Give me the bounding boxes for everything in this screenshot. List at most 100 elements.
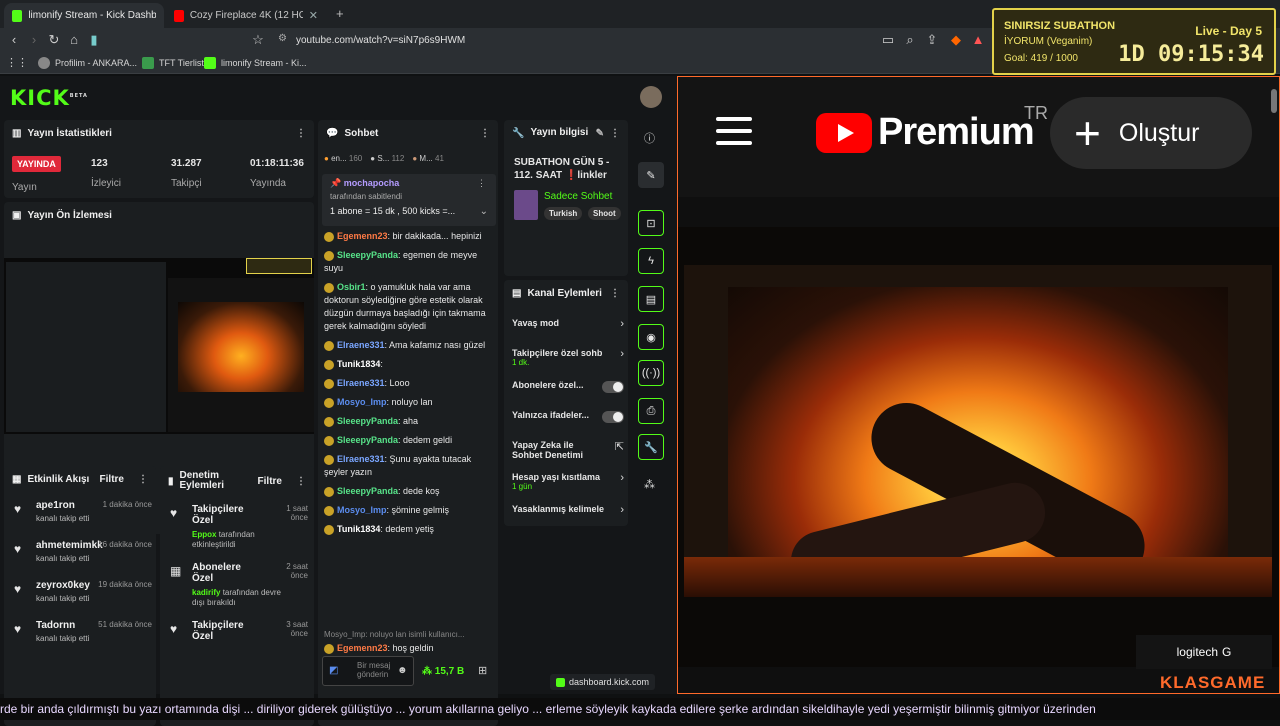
chat-message: SleeepyPanda: aha xyxy=(324,415,494,428)
kick-logo[interactable]: KICKBETA xyxy=(10,86,88,110)
badge-icon xyxy=(324,231,334,242)
bookmark-profilim[interactable]: Profilim - ANKARA... xyxy=(38,55,137,71)
brave-shield-icon[interactable]: ◆ xyxy=(948,32,964,48)
back-icon[interactable]: ‹ xyxy=(6,32,22,48)
reload-icon[interactable]: ↻ xyxy=(46,32,62,48)
top-chatter[interactable]: ● S... 112 xyxy=(370,154,404,163)
toggle-switch[interactable] xyxy=(602,381,624,393)
category-thumbnail xyxy=(514,190,538,220)
document-icon[interactable]: ▤ xyxy=(638,286,664,312)
chevron-right-icon[interactable]: › xyxy=(620,504,624,516)
activity-username[interactable]: Tadornn xyxy=(36,620,75,631)
youtube-logo-icon[interactable] xyxy=(816,113,872,153)
chat-username[interactable]: Tunik1834 xyxy=(337,524,380,534)
chat-username[interactable]: Elraene331 xyxy=(337,378,385,388)
info-icon[interactable]: ⓘ xyxy=(644,130,655,146)
chat-bubble-icon[interactable]: ◉ xyxy=(638,324,664,350)
channel-action-item[interactable]: Abonelere özel... xyxy=(512,380,624,408)
activity-username[interactable]: zeyrox0key xyxy=(36,580,90,591)
url-field[interactable]: ⚙ youtube.com/watch?v=siN7p6s9HWM xyxy=(270,30,970,50)
pinned-by: tarafından sabitlendi xyxy=(330,192,403,201)
zoom-icon[interactable]: ⌕ xyxy=(902,32,918,48)
chat-username[interactable]: SleeepyPanda xyxy=(337,486,398,496)
chat-username[interactable]: Egemenn23 xyxy=(337,231,388,241)
rewards-icon[interactable]: ▲ xyxy=(970,32,986,48)
avatar[interactable] xyxy=(640,86,662,108)
share-icon[interactable]: ⇪ xyxy=(924,32,940,48)
channel-action-item[interactable]: Yalnızca ifadeler... xyxy=(512,410,624,438)
chevron-right-icon[interactable]: › xyxy=(620,348,624,360)
chat-username[interactable]: Elraene331 xyxy=(337,340,385,350)
more-options-icon[interactable]: ⋮ xyxy=(296,128,306,139)
create-button[interactable]: + Oluştur xyxy=(1050,97,1252,169)
activity-username[interactable]: ape1ron xyxy=(36,500,75,511)
chevron-down-icon[interactable]: ⌄ xyxy=(480,206,488,217)
chat-username[interactable]: SleeepyPanda xyxy=(337,416,398,426)
moderator-name[interactable]: kadirify xyxy=(192,588,220,597)
filter-button[interactable]: Filtre xyxy=(258,476,282,487)
channel-action-item[interactable]: Yavaş mod › xyxy=(512,318,624,346)
tab-kick-dashboard[interactable]: limonify Stream - Kick Dashboard xyxy=(4,3,164,28)
forward-icon[interactable]: › xyxy=(26,32,42,48)
more-options-icon[interactable]: ⋮ xyxy=(138,474,148,485)
channel-action-item[interactable]: Yapay Zeka ile Sohbet Denetimi ⇱ xyxy=(512,440,624,470)
more-options-icon[interactable]: ⋮ xyxy=(480,128,490,139)
clip-icon[interactable]: ⊡ xyxy=(638,210,664,236)
toggle-switch[interactable] xyxy=(602,411,624,423)
gift-icon[interactable]: ⊞ xyxy=(478,664,487,677)
edit-icon[interactable]: ✎ xyxy=(596,128,604,139)
create-label: Oluştur xyxy=(1118,118,1200,147)
channel-action-item[interactable]: Yasaklanmış kelimeler › xyxy=(512,504,624,526)
cast-icon[interactable]: ▭ xyxy=(880,32,896,48)
preview-video[interactable] xyxy=(4,258,314,434)
more-options-icon[interactable]: ⋮ xyxy=(477,178,486,189)
wrench-icon[interactable]: 🔧 xyxy=(638,434,664,460)
apps-icon[interactable]: ⁂ xyxy=(644,478,655,491)
edit-icon[interactable]: ✎ xyxy=(638,162,664,188)
top-chatter[interactable]: ● en... 160 xyxy=(324,154,362,163)
more-options-icon[interactable]: ⋮ xyxy=(296,476,306,487)
site-info-icon[interactable]: ⚙ xyxy=(278,33,287,44)
apps-grid-icon[interactable]: ⋮⋮ xyxy=(6,55,28,71)
bookmark-limonify[interactable]: limonify Stream - Ki... xyxy=(204,55,307,71)
bookmark-star-icon[interactable]: ☆ xyxy=(250,32,266,48)
bookmark-tft[interactable]: TFT Tierlist xyxy=(142,55,204,71)
external-link-icon[interactable]: ⇱ xyxy=(615,440,624,453)
filter-button[interactable]: Filtre xyxy=(100,474,124,485)
scrollbar-thumb[interactable] xyxy=(1271,89,1277,113)
chat-username[interactable]: Elraene331 xyxy=(337,454,385,464)
footer-url-chip[interactable]: dashboard.kick.com xyxy=(550,674,656,690)
chat-username[interactable]: Tunik1834 xyxy=(337,359,380,369)
chat-username[interactable]: Mosyo_Imp xyxy=(337,397,387,407)
emoji-icon[interactable]: ☻ xyxy=(397,665,408,676)
chat-username[interactable]: Mosyo_Imp xyxy=(337,505,387,515)
heart-icon: ♥ xyxy=(14,502,22,516)
more-options-icon[interactable]: ⋮ xyxy=(610,288,620,299)
hamburger-menu-icon[interactable] xyxy=(716,117,752,147)
pinned-message[interactable]: 📌 mochapocha tarafından sabitlendi 1 abo… xyxy=(322,174,496,226)
more-options-icon[interactable]: ⋮ xyxy=(610,128,620,139)
printer-icon[interactable]: ⎙ xyxy=(638,398,664,424)
moderator-name[interactable]: Eppox xyxy=(192,530,216,539)
channel-action-item[interactable]: Hesap yaşı kısıtlama 1 gün › xyxy=(512,472,624,502)
emote-picker-icon[interactable]: ◩ xyxy=(329,665,338,676)
broadcast-icon[interactable]: ((·)) xyxy=(638,360,664,386)
sidebar-icon[interactable]: ▮ xyxy=(86,32,102,48)
kicks-balance[interactable]: ⁂ 15,7 B xyxy=(422,666,464,677)
top-chatter[interactable]: ● M... 41 xyxy=(412,154,444,163)
new-tab-button[interactable]: + xyxy=(336,6,344,21)
chat-username[interactable]: Osbir1 xyxy=(337,282,366,292)
close-tab-icon[interactable]: ✕ xyxy=(309,9,318,22)
chevron-right-icon[interactable]: › xyxy=(620,472,624,484)
lightning-icon[interactable]: ϟ xyxy=(638,248,664,274)
bookmark-label: TFT Tierlist xyxy=(159,58,204,68)
video-player[interactable]: logitech G xyxy=(678,227,1279,669)
chevron-right-icon[interactable]: › xyxy=(620,318,624,330)
channel-action-item[interactable]: Takipçilere özel sohb 1 dk. › xyxy=(512,348,624,378)
home-icon[interactable]: ⌂ xyxy=(66,32,82,48)
tab-youtube-fireplace[interactable]: Cozy Fireplace 4K (12 HOURS ✕ xyxy=(166,3,326,28)
chat-username[interactable]: SleeepyPanda xyxy=(337,250,398,260)
category-label[interactable]: Sadece Sohbet xyxy=(544,191,612,202)
chat-username[interactable]: SleeepyPanda xyxy=(337,435,398,445)
chat-input[interactable]: ◩ Bir mesaj gönderin ☻ xyxy=(322,656,414,686)
